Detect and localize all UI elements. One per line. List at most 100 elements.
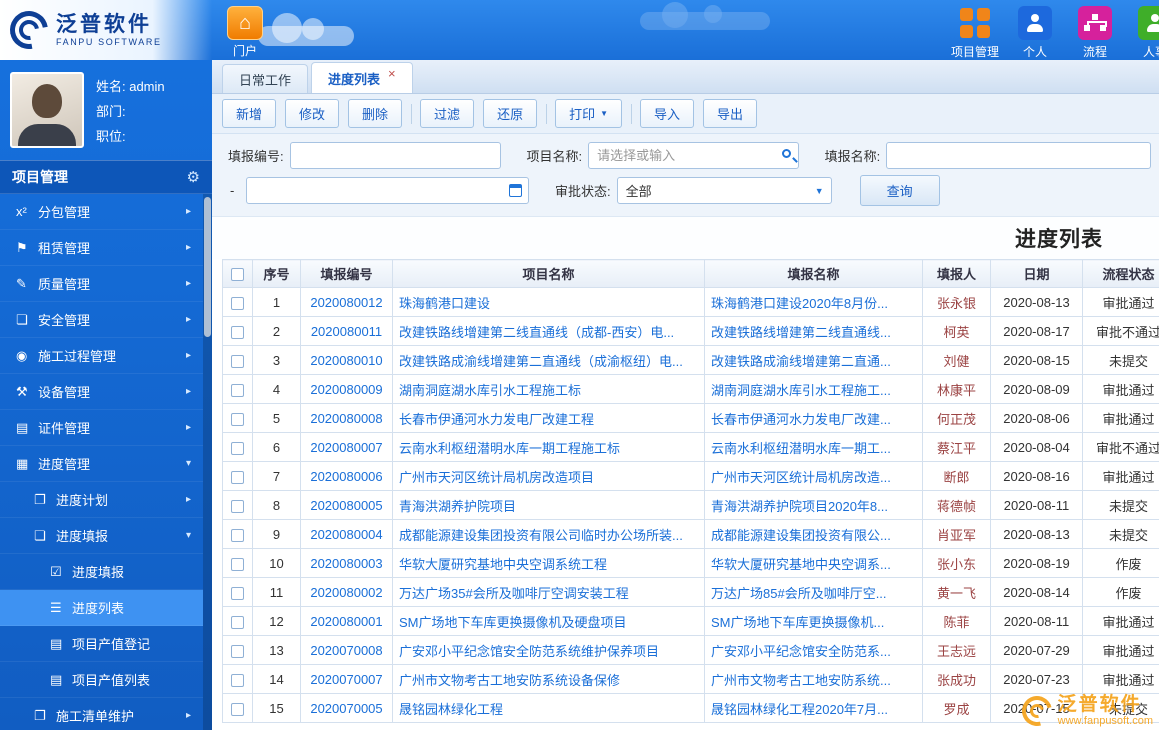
- row-checkbox[interactable]: [231, 325, 244, 339]
- export-button[interactable]: 导出: [703, 99, 758, 128]
- report-code-link[interactable]: 2020070007: [310, 672, 382, 687]
- sidebar-item-output-list[interactable]: ▤ 项目产值列表: [0, 662, 203, 698]
- report-name-link[interactable]: SM广场地下车库更换摄像机...: [711, 615, 884, 630]
- report-code-link[interactable]: 2020080005: [310, 498, 382, 513]
- sidebar-item-certificate[interactable]: ▤ 证件管理 ▸: [0, 410, 203, 446]
- column-header[interactable]: 填报名称: [704, 259, 923, 288]
- sidebar-item-progress-list[interactable]: ☰ 进度列表: [0, 590, 203, 626]
- row-checkbox[interactable]: [231, 296, 244, 310]
- report-name-link[interactable]: 华软大厦研究基地中央空调系...: [711, 557, 891, 572]
- report-name-link[interactable]: 晟铭园林绿化工程2020年7月...: [711, 702, 888, 717]
- project-name-link[interactable]: 云南水利枢纽潜明水库一期工程施工标: [399, 441, 620, 456]
- row-checkbox[interactable]: [231, 528, 244, 542]
- report-code-link[interactable]: 2020080002: [310, 585, 382, 600]
- project-name-link[interactable]: 广安邓小平纪念馆安全防范系统维护保养项目: [399, 644, 659, 659]
- project-name-link[interactable]: 华软大厦研究基地中央空调系统工程: [399, 557, 607, 572]
- edit-button[interactable]: 修改: [285, 99, 340, 128]
- row-checkbox[interactable]: [231, 702, 244, 716]
- sidebar-item-lease[interactable]: ⚑ 租赁管理 ▸: [0, 230, 203, 266]
- column-header[interactable]: 填报编号: [300, 259, 393, 288]
- restore-button[interactable]: 还原: [483, 99, 538, 128]
- report-name-input[interactable]: [886, 142, 1151, 169]
- query-button[interactable]: 查询: [859, 175, 940, 206]
- row-checkbox[interactable]: [231, 499, 244, 513]
- project-name-link[interactable]: 改建铁路线增建第二线直通线（成都-西安）电...: [399, 325, 674, 340]
- top-nav-personal[interactable]: 个人: [1005, 6, 1065, 60]
- report-code-link[interactable]: 2020080008: [310, 411, 382, 426]
- row-checkbox[interactable]: [231, 615, 244, 629]
- gear-icon[interactable]: ⚙: [187, 168, 200, 186]
- report-name-link[interactable]: 云南水利枢纽潜明水库一期工...: [711, 441, 891, 456]
- scrollbar-thumb[interactable]: [204, 197, 211, 337]
- column-header[interactable]: 日期: [990, 259, 1083, 288]
- sidebar-item-progress[interactable]: ▦ 进度管理 ▾: [0, 446, 203, 482]
- project-name-link[interactable]: 湖南洞庭湖水库引水工程施工标: [399, 383, 581, 398]
- delete-button[interactable]: 删除: [348, 99, 403, 128]
- row-checkbox[interactable]: [231, 412, 244, 426]
- report-code-link[interactable]: 2020080011: [311, 324, 382, 339]
- sidebar-item-equipment[interactable]: ⚒ 设备管理 ▸: [0, 374, 203, 410]
- project-name-link[interactable]: 长春市伊通河水力发电厂改建工程: [399, 412, 594, 427]
- top-nav-project-management[interactable]: 项目管理: [945, 6, 1005, 60]
- print-button[interactable]: 打印 ▼: [555, 99, 623, 128]
- column-header[interactable]: 填报人: [922, 259, 991, 288]
- report-name-link[interactable]: 珠海鹤港口建设2020年8月份...: [711, 296, 888, 311]
- import-button[interactable]: 导入: [640, 99, 695, 128]
- report-name-link[interactable]: 湖南洞庭湖水库引水工程施工...: [711, 383, 891, 398]
- report-name-link[interactable]: 成都能源建设集团投资有限公...: [711, 528, 891, 543]
- tab-progress-list[interactable]: 进度列表 ×: [311, 62, 413, 93]
- report-code-link[interactable]: 2020080003: [310, 556, 382, 571]
- project-name-link[interactable]: 成都能源建设集团投资有限公司临时办公场所装...: [399, 528, 683, 543]
- tab-daily-work[interactable]: 日常工作: [222, 64, 309, 93]
- project-name-input[interactable]: [588, 142, 799, 169]
- column-header[interactable]: 项目名称: [392, 259, 705, 288]
- row-checkbox[interactable]: [231, 557, 244, 571]
- report-code-link[interactable]: 2020080006: [310, 469, 382, 484]
- sidebar-item-output-register[interactable]: ▤ 项目产值登记: [0, 626, 203, 662]
- project-name-link[interactable]: 晟铭园林绿化工程: [399, 702, 503, 717]
- report-code-link[interactable]: 2020070005: [310, 701, 382, 716]
- report-name-link[interactable]: 长春市伊通河水力发电厂改建...: [711, 412, 891, 427]
- project-name-link[interactable]: 广州市文物考古工地安防系统设备保修: [399, 673, 620, 688]
- sidebar-item-progress-fill[interactable]: ❏ 进度填报 ▾: [0, 518, 203, 554]
- report-name-link[interactable]: 改建铁路线增建第二线直通线...: [711, 325, 891, 340]
- sidebar-scrollbar[interactable]: [203, 194, 212, 730]
- sidebar-item-quality[interactable]: ✎ 质量管理 ▸: [0, 266, 203, 302]
- sidebar-item-construction-list-maintain[interactable]: ❐ 施工清单维护 ▸: [0, 698, 203, 730]
- approval-status-select[interactable]: 全部 ▼: [616, 177, 832, 204]
- top-nav-workflow[interactable]: 流程: [1065, 6, 1125, 60]
- sidebar-item-progress-plan[interactable]: ❐ 进度计划 ▸: [0, 482, 203, 518]
- row-checkbox[interactable]: [231, 586, 244, 600]
- portal-button[interactable]: ⌂ 门户: [222, 6, 268, 59]
- sidebar-item-safety[interactable]: ❏ 安全管理 ▸: [0, 302, 203, 338]
- select-all-checkbox[interactable]: [231, 268, 244, 282]
- project-name-link[interactable]: 广州市天河区统计局机房改造项目: [399, 470, 594, 485]
- project-name-link[interactable]: 改建铁路成渝线增建第二直通线（成渝枢纽）电...: [399, 354, 683, 369]
- report-code-link[interactable]: 2020080012: [310, 295, 382, 310]
- report-code-link[interactable]: 2020070008: [310, 643, 382, 658]
- filter-button[interactable]: 过滤: [420, 99, 475, 128]
- column-header[interactable]: 流程状态: [1082, 259, 1159, 288]
- row-checkbox[interactable]: [231, 354, 244, 368]
- row-checkbox[interactable]: [231, 673, 244, 687]
- project-name-link[interactable]: 万达广场35#会所及咖啡厅空调安装工程: [399, 586, 629, 601]
- report-code-link[interactable]: 2020080007: [310, 440, 382, 455]
- sidebar-section-title[interactable]: 项目管理 ⚙: [0, 160, 212, 194]
- row-checkbox[interactable]: [231, 383, 244, 397]
- report-code-link[interactable]: 2020080009: [310, 382, 382, 397]
- column-header[interactable]: 序号: [252, 259, 301, 288]
- date-input[interactable]: [246, 177, 529, 204]
- report-name-link[interactable]: 改建铁路成渝线增建第二直通...: [711, 354, 891, 369]
- add-button[interactable]: 新增: [222, 99, 277, 128]
- calendar-icon[interactable]: [509, 184, 522, 197]
- report-name-link[interactable]: 青海洪湖养护院项目2020年8...: [711, 499, 888, 514]
- report-code-link[interactable]: 2020080010: [310, 353, 382, 368]
- project-name-link[interactable]: 珠海鹤港口建设: [399, 296, 490, 311]
- sidebar-item-progress-fill-entry[interactable]: ☑ 进度填报: [0, 554, 203, 590]
- top-nav-hr[interactable]: 人事: [1125, 6, 1159, 60]
- project-name-link[interactable]: SM广场地下车库更换摄像机及硬盘项目: [399, 615, 627, 630]
- row-checkbox[interactable]: [231, 441, 244, 455]
- row-checkbox[interactable]: [231, 644, 244, 658]
- sidebar-item-construction-process[interactable]: ◉ 施工过程管理 ▸: [0, 338, 203, 374]
- search-icon[interactable]: [781, 149, 791, 158]
